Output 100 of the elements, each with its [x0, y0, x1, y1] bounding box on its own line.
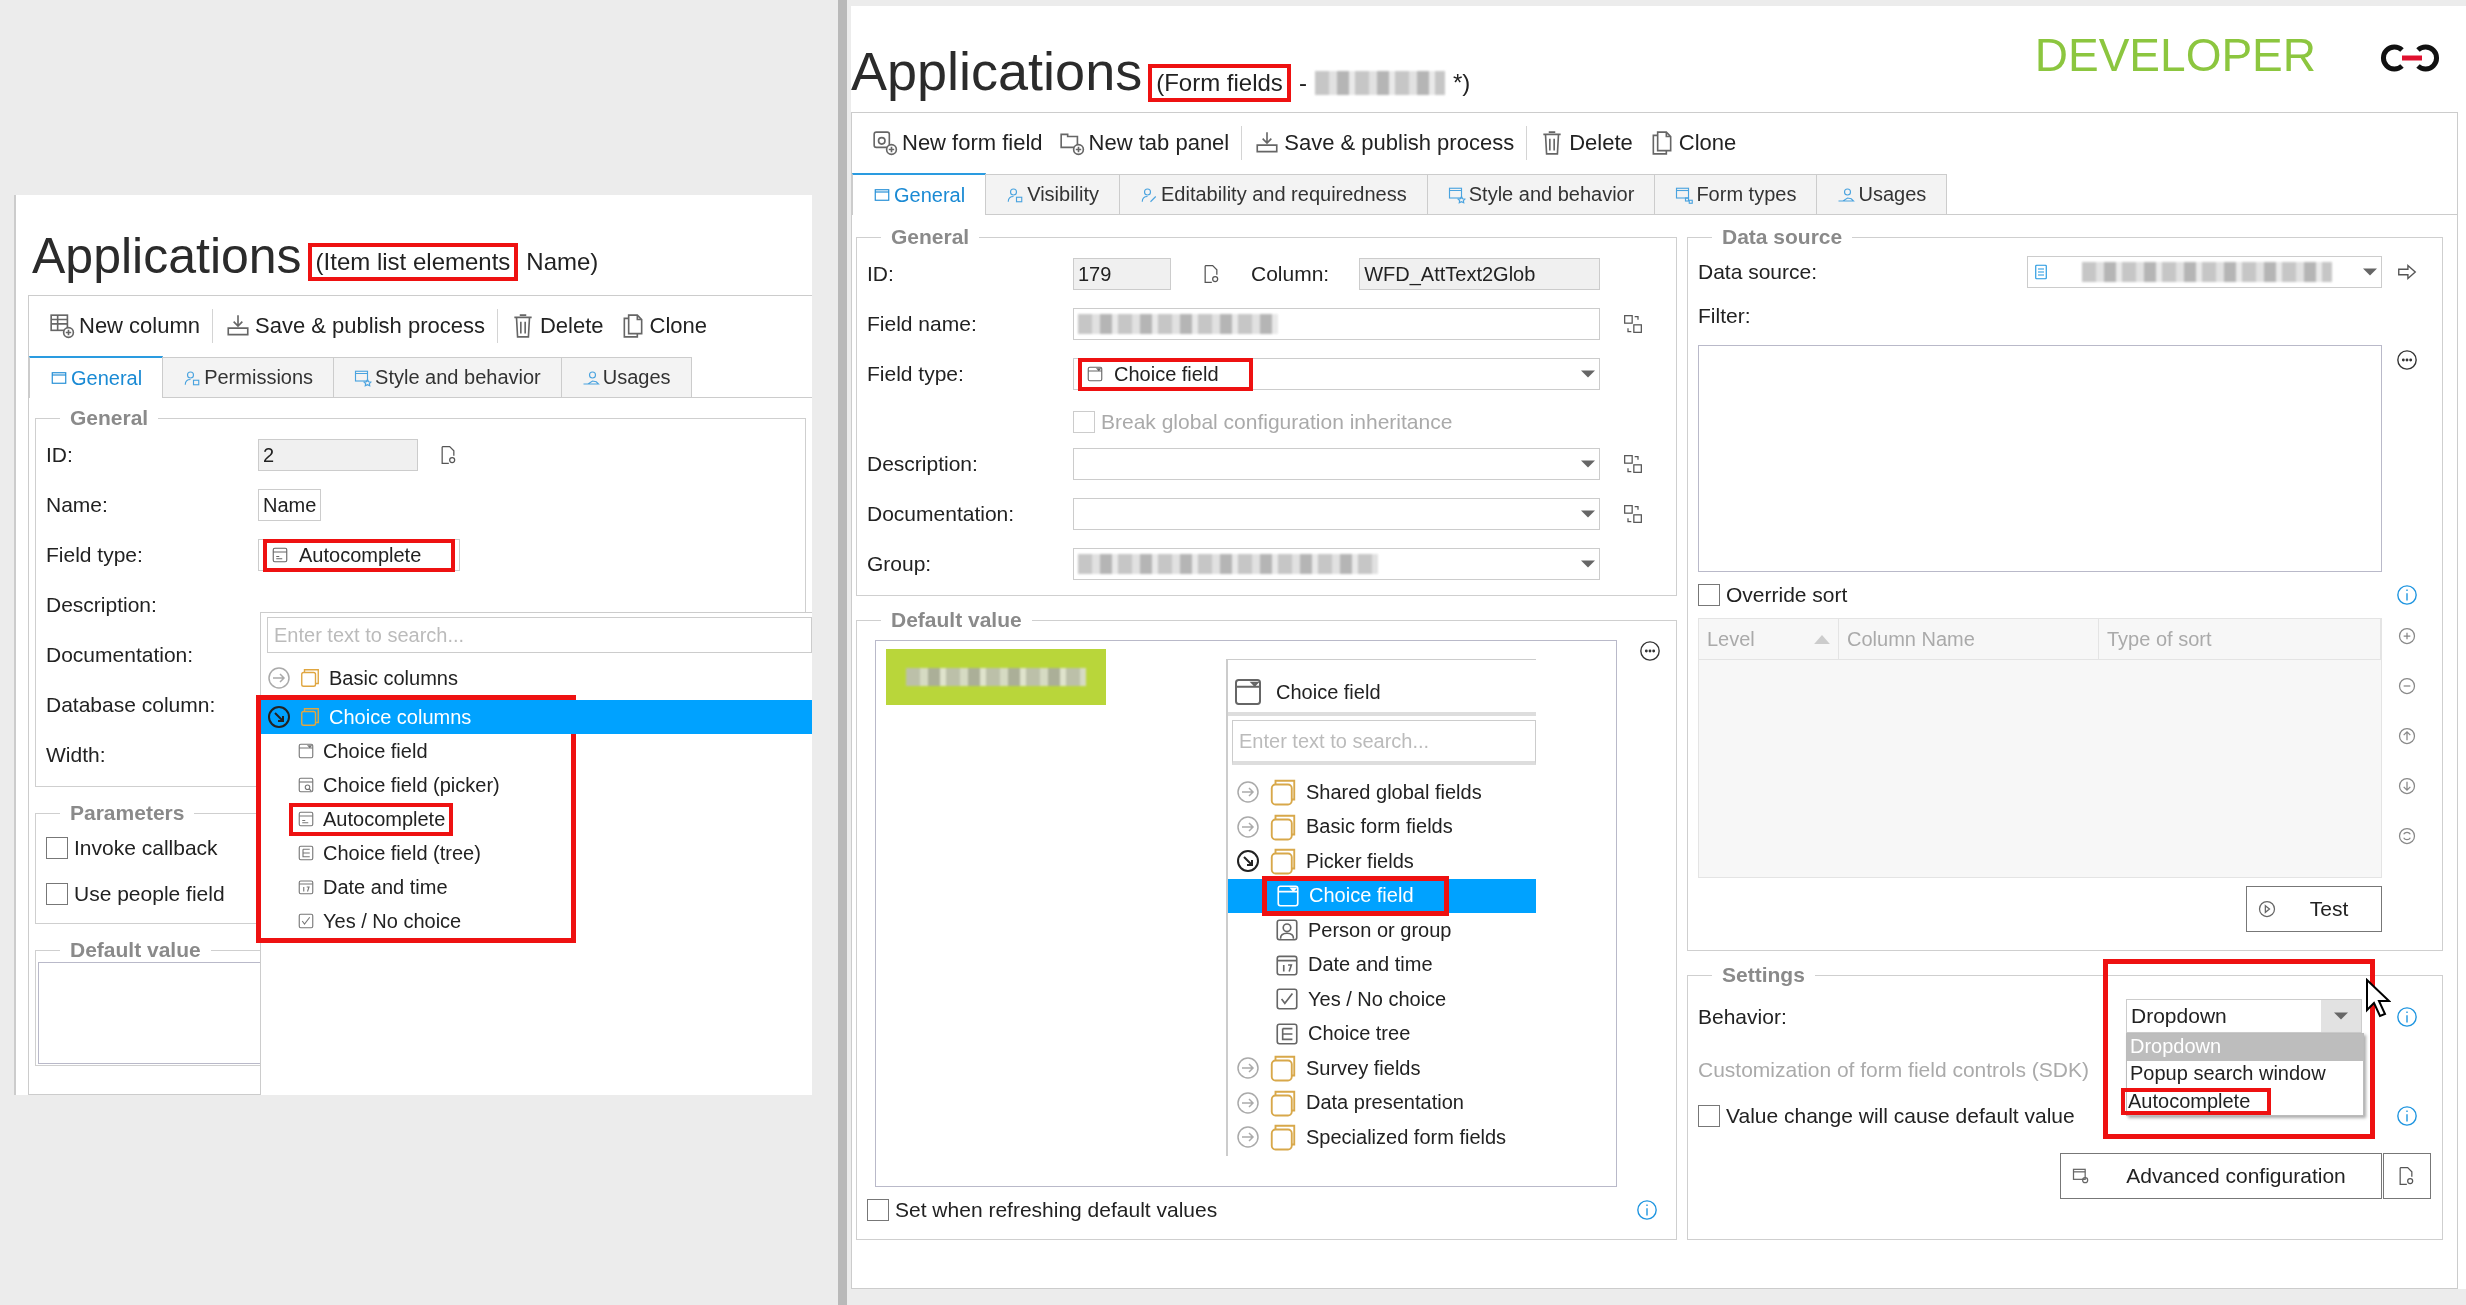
dropdown-field[interactable]: Dropdown	[2126, 999, 2362, 1033]
dropdown-icon	[1275, 882, 1301, 909]
toolbar-button[interactable]: New tab panel	[1054, 126, 1234, 160]
dropdown-option[interactable]: Autocomplete	[2121, 1088, 2271, 1115]
field-label: Column:	[1251, 262, 1330, 286]
tab[interactable]: Usages	[560, 357, 692, 397]
checkbox[interactable]	[1698, 1105, 1720, 1127]
tree-item[interactable]: Yes / No choice	[297, 909, 462, 933]
ellipsis-icon	[1639, 640, 1661, 662]
tree-item[interactable]: Date and time	[297, 875, 448, 899]
toolbar-button[interactable]: New form field	[868, 126, 1047, 160]
dropdown-field[interactable]	[2027, 256, 2382, 288]
tree-item[interactable]: Choice field	[297, 739, 428, 763]
text-field[interactable]: Name	[258, 489, 322, 521]
section-title: General	[890, 225, 971, 249]
toolbar-button[interactable]: Save & publish process	[1250, 126, 1519, 160]
tree-item[interactable]: Choice field (picker)	[297, 773, 500, 797]
advanced-configuration-button[interactable]: Advanced configuration	[2060, 1153, 2382, 1199]
field-label: Description:	[867, 452, 979, 476]
tab[interactable]: General	[29, 356, 164, 398]
tree-item[interactable]: Person or group	[1228, 913, 1536, 948]
tree-item[interactable]: Autocomplete	[289, 802, 454, 836]
toolbar-button[interactable]: New column	[45, 309, 205, 343]
tab[interactable]: Form types	[1654, 174, 1818, 214]
tree-item[interactable]: Choice field (tree)	[297, 841, 481, 865]
tree-list-icon	[297, 844, 315, 862]
tree-item[interactable]: Shared global fields	[1228, 775, 1536, 810]
toolbar-button[interactable]: Delete	[505, 309, 608, 343]
checkbox[interactable]	[1698, 584, 1720, 606]
title-subtext: Name)	[526, 248, 599, 276]
dropdown-option[interactable]: Popup search window	[2127, 1061, 2363, 1088]
field-label: Documentation:	[46, 643, 195, 667]
tree-item[interactable]: Specialized form fields	[1228, 1120, 1536, 1155]
tree-item[interactable]: Basic columns	[261, 661, 812, 695]
tree-item[interactable]: Data presentation	[1228, 1085, 1536, 1120]
dropdown-field[interactable]	[1073, 498, 1600, 530]
autocomplete-icon	[271, 546, 289, 564]
expand-icon	[1236, 1090, 1260, 1115]
tab[interactable]: Permissions	[162, 357, 335, 397]
ellipsis-icon	[2396, 349, 2418, 371]
window-icon	[50, 369, 68, 387]
person-icon	[1274, 917, 1300, 944]
checkbox-label: Invoke callback	[74, 836, 218, 860]
checkbox[interactable]	[46, 883, 68, 905]
window-tree-icon	[1675, 185, 1694, 204]
dropdown-field[interactable]: Choice field	[1073, 358, 1600, 390]
page-title: Applications	[32, 231, 302, 281]
picker-icon	[297, 776, 315, 794]
move-up-icon	[2397, 726, 2417, 746]
field-label: ID:	[867, 262, 895, 286]
translate-icon	[1623, 504, 1643, 524]
autocomplete-icon	[297, 810, 315, 828]
window-gear-icon	[2071, 1166, 2091, 1186]
tab[interactable]: Editability and requiredness	[1119, 174, 1428, 214]
tree-item[interactable]: Survey fields	[1228, 1051, 1536, 1086]
checkbox[interactable]	[46, 837, 68, 859]
expand-icon	[267, 666, 291, 690]
toolbar-button[interactable]: Clone	[1644, 126, 1741, 160]
info-icon	[2396, 584, 2418, 606]
field-label: Behavior:	[1698, 1005, 1787, 1029]
test-button[interactable]: Test	[2246, 886, 2382, 932]
checkbox-label: Set when refreshing default values	[895, 1198, 1218, 1222]
tab[interactable]: Style and behavior	[333, 357, 562, 397]
collapse-icon	[1236, 849, 1260, 874]
text-field[interactable]	[1073, 308, 1600, 340]
tab[interactable]: Visibility	[985, 174, 1121, 214]
tab[interactable]: General	[852, 173, 987, 215]
toolbar-button[interactable]: Delete	[1535, 126, 1637, 160]
play-icon	[2257, 899, 2277, 919]
dropdown-icon	[297, 742, 315, 760]
tree-item[interactable]: Basic form fields	[1228, 809, 1536, 844]
folder-icon	[1268, 777, 1298, 808]
tree-item[interactable]: Yes / No choice	[1228, 982, 1536, 1017]
translate-icon	[1623, 454, 1643, 474]
expand-icon	[1236, 780, 1260, 805]
arrow-right-icon	[2396, 261, 2418, 283]
dropdown-field[interactable]	[1073, 548, 1600, 580]
value-box[interactable]	[875, 640, 1617, 1187]
tab[interactable]: Style and behavior	[1426, 174, 1656, 214]
folder-icon	[1268, 1122, 1298, 1153]
person-lock-icon	[183, 368, 202, 387]
id-field: 2	[258, 439, 418, 471]
field-label: ID:	[46, 443, 74, 467]
refresh-icon	[2397, 826, 2417, 846]
expand-icon	[1236, 1125, 1260, 1150]
tab[interactable]: Usages	[1816, 174, 1948, 214]
toolbar-button[interactable]: Clone	[615, 309, 712, 343]
info-icon	[1636, 1199, 1658, 1221]
id-field: 179	[1073, 258, 1171, 290]
section-title: Default value	[69, 938, 202, 962]
section-title: Default value	[890, 608, 1023, 632]
tree-item[interactable]: Date and time	[1228, 947, 1536, 982]
window-icon	[873, 186, 891, 204]
dropdown-field[interactable]	[1073, 448, 1600, 480]
section-title: Parameters	[69, 801, 186, 825]
code-button[interactable]	[2383, 1153, 2431, 1199]
tree-item[interactable]: Choice tree	[1228, 1016, 1536, 1051]
folder-icon	[1268, 1053, 1298, 1084]
toolbar-button[interactable]: Save & publish process	[221, 309, 489, 343]
checkbox[interactable]	[867, 1199, 889, 1221]
